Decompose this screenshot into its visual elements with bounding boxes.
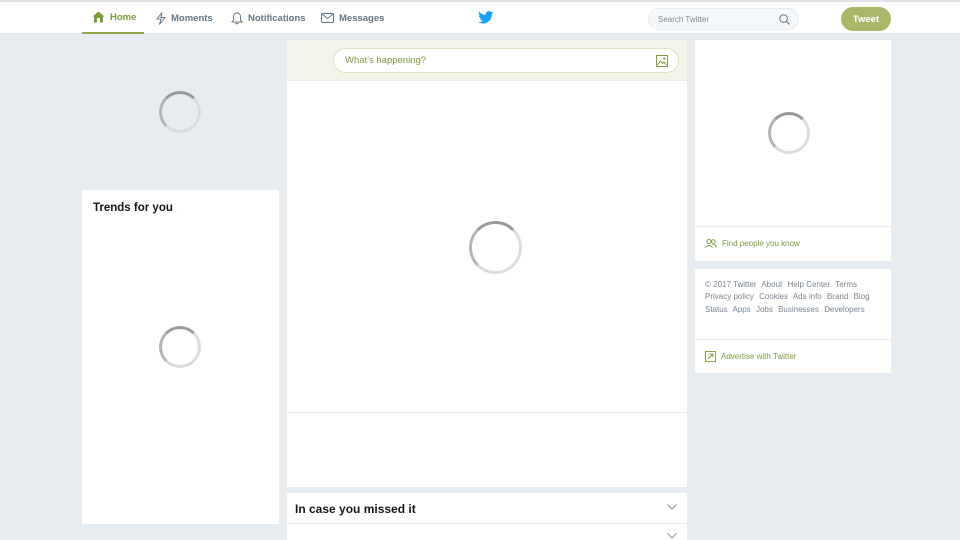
chevron-down-icon[interactable] [667, 533, 677, 539]
advertise-icon [705, 351, 716, 362]
loading-spinner [768, 112, 810, 154]
home-icon [92, 11, 105, 23]
nav-messages[interactable]: Messages [321, 2, 384, 34]
footer-card: © 2017 Twitter About Help Center Terms P… [695, 269, 891, 373]
nav-home-label: Home [110, 11, 137, 23]
nav-moments[interactable]: Moments [156, 2, 213, 34]
timeline [287, 81, 687, 487]
footer-link-privacy[interactable]: Privacy policy [705, 292, 754, 301]
divider [287, 412, 687, 413]
people-icon [705, 239, 717, 248]
footer-link-brand[interactable]: Brand [827, 292, 848, 301]
divider [695, 226, 891, 227]
top-nav-bar: Home Moments Notifications Messages Sear… [0, 0, 960, 34]
loading-spinner [469, 221, 522, 274]
search-icon[interactable] [779, 14, 790, 25]
loading-spinner [159, 326, 201, 368]
footer-link-jobs[interactable]: Jobs [756, 305, 773, 314]
footer-links: © 2017 Twitter About Help Center Terms P… [705, 279, 885, 316]
nav-notifications-label: Notifications [248, 12, 306, 24]
nav-notifications[interactable]: Notifications [231, 2, 306, 34]
image-icon[interactable] [656, 55, 668, 67]
compose-input[interactable]: What's happening? [333, 48, 679, 73]
nav-messages-label: Messages [339, 12, 385, 24]
trends-card: Trends for you · [82, 190, 279, 524]
footer-link-about[interactable]: About [761, 280, 782, 289]
advertise-label: Advertise with Twitter [721, 352, 797, 361]
footer-link-blog[interactable]: Blog [854, 292, 870, 301]
nav-home[interactable]: Home [82, 2, 144, 34]
search-placeholder: Search Twitter [658, 14, 709, 24]
footer-link-ads-info[interactable]: Ads info [793, 292, 822, 301]
find-people-label: Find people you know [722, 239, 800, 248]
missed-title: In case you missed it [295, 502, 416, 516]
compose-placeholder: What's happening? [345, 55, 427, 66]
loading-spinner [159, 91, 201, 133]
footer-link-help-center[interactable]: Help Center [787, 280, 830, 289]
missed-card: In case you missed it [287, 493, 687, 540]
footer-link-cookies[interactable]: Cookies [759, 292, 788, 301]
tweet-button[interactable]: Tweet [841, 7, 891, 31]
notifications-icon [231, 11, 243, 24]
who-to-follow-card: Find people you know [695, 40, 891, 261]
divider [695, 339, 891, 340]
footer-link-businesses[interactable]: Businesses [778, 305, 819, 314]
moments-icon [156, 11, 166, 25]
messages-icon [321, 13, 334, 23]
footer-copyright: © 2017 Twitter [705, 280, 757, 289]
footer-link-status[interactable]: Status [705, 305, 728, 314]
trends-change-link[interactable]: · [181, 206, 183, 212]
divider [287, 523, 687, 524]
chevron-down-icon[interactable] [667, 504, 677, 510]
compose-box: What's happening? [287, 40, 687, 80]
profile-card [82, 40, 279, 184]
advertise-link[interactable]: Advertise with Twitter [705, 351, 796, 362]
nav-moments-label: Moments [171, 12, 213, 24]
trends-title: Trends for you [93, 202, 173, 214]
search-input[interactable]: Search Twitter [648, 8, 799, 30]
footer-link-developers[interactable]: Developers [824, 305, 864, 314]
find-people-link[interactable]: Find people you know [705, 239, 800, 248]
twitter-bird-icon[interactable] [478, 11, 494, 24]
footer-link-apps[interactable]: Apps [732, 305, 750, 314]
footer-link-terms[interactable]: Terms [835, 280, 857, 289]
